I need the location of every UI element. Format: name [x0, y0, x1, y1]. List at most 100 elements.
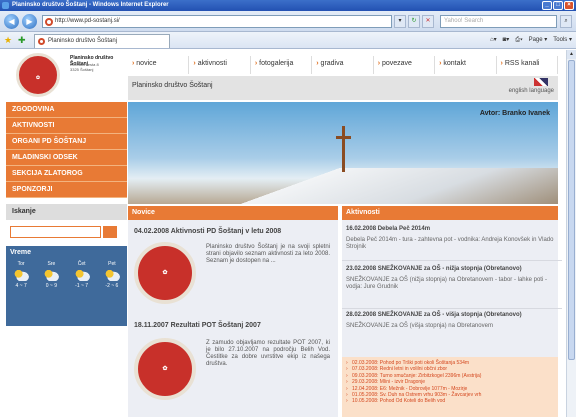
- weather-day: Sre 0 ~ 9: [38, 261, 64, 289]
- weather-widget: Vreme Tor 4 ~ 7 Sre 0 ~ 9 Čet -1 ~ 7 Pet…: [6, 246, 127, 326]
- window-titlebar: Planinsko društvo Šoštanj - Windows Inte…: [0, 0, 576, 11]
- weather-temp: 0 ~ 9: [45, 283, 57, 289]
- menu-mladinski-odsek[interactable]: MLADINSKI ODSEK: [6, 150, 127, 166]
- add-favorites-icon[interactable]: ✚: [18, 35, 26, 46]
- page-menu-label: Page: [528, 37, 543, 43]
- tools-menu-label: Tools: [553, 37, 568, 43]
- activity-text: Debela Peč 2014m - tura - zahtevna pot -…: [346, 237, 554, 250]
- activities-column: 16.02.2008 Debela Peč 2014m Debela Peč 2…: [342, 220, 562, 357]
- weather-day-name: Čet: [77, 261, 86, 267]
- activity-item[interactable]: 23.02.2008 SNEŽKOVANJE za OŠ - nižja sto…: [346, 266, 558, 291]
- divider: [342, 308, 562, 309]
- activity-text: SNEŽKOVANJE za OŠ (višja stopnja) na Obr…: [346, 323, 493, 329]
- weather-day: Pet -2 ~ 6: [99, 261, 125, 289]
- nav-povezave[interactable]: povezave: [374, 56, 436, 74]
- maximize-button[interactable]: □: [553, 1, 563, 10]
- url-dropdown-icon[interactable]: ▾: [394, 15, 406, 28]
- subtitle-bar: Planinsko društvo Šoštanj english langua…: [128, 76, 558, 100]
- url-field[interactable]: http://www.pd-sostanj.si/: [42, 15, 392, 28]
- weather-temp: -2 ~ 6: [105, 283, 119, 289]
- nav-aktivnosti[interactable]: aktivnosti: [189, 56, 251, 74]
- weather-day-name: Sre: [47, 261, 56, 267]
- favorites-star-icon[interactable]: ★: [4, 35, 12, 46]
- refresh-icon[interactable]: ↻: [408, 15, 420, 28]
- left-menu: ZGODOVINA AKTIVNOSTI ORGANI PD ŠOŠTANJ M…: [6, 102, 127, 198]
- nav-rss[interactable]: RSS kanali: [497, 56, 558, 74]
- tools-menu[interactable]: Tools ▾: [553, 35, 572, 45]
- partly-cloudy-icon: [73, 269, 90, 281]
- event-link[interactable]: 10.05.2008: Pohod Od Koteli do Belih vod: [342, 398, 558, 405]
- feeds-icon[interactable]: ◙▾: [503, 35, 510, 45]
- stop-icon[interactable]: ✕: [422, 15, 434, 28]
- site-search-input[interactable]: [10, 226, 101, 238]
- activity-title: 23.02.2008 SNEŽKOVANJE za OŠ - nižja sto…: [346, 266, 522, 272]
- vertical-scrollbar[interactable]: ▲: [566, 50, 576, 417]
- news-item-title[interactable]: 18.11.2007 Rezultati POT Šoštanj 2007: [134, 322, 261, 329]
- home-icon[interactable]: ⌂▾: [490, 35, 497, 45]
- news-item-text: Planinsko društvo Šoštanj je na svoji sp…: [206, 244, 330, 264]
- english-language-link[interactable]: english language: [509, 88, 554, 94]
- weather-day: Čet -1 ~ 7: [69, 261, 95, 289]
- org-address-line2: 3325 Šoštanj: [70, 67, 94, 72]
- activity-item[interactable]: 28.02.2008 SNEŽKOVANJE za OŠ - višja sto…: [346, 312, 558, 330]
- menu-aktivnosti[interactable]: AKTIVNOSTI: [6, 118, 127, 134]
- forward-button[interactable]: ▶: [22, 14, 37, 29]
- weather-temp: 4 ~ 7: [15, 283, 27, 289]
- menu-organi[interactable]: ORGANI PD ŠOŠTANJ: [6, 134, 127, 150]
- weather-day: Tor 4 ~ 7: [8, 261, 34, 289]
- minimize-button[interactable]: _: [542, 1, 552, 10]
- summit-cross: [336, 126, 351, 172]
- news-item-title[interactable]: 04.02.2008 Aktivnosti PD Šoštanj v letu …: [134, 228, 281, 235]
- search-go-icon[interactable]: ⌕: [560, 15, 572, 28]
- nav-novice[interactable]: novice: [128, 56, 190, 74]
- print-icon[interactable]: ⎙▾: [515, 35, 522, 45]
- search-input[interactable]: Yahoo! Search: [440, 15, 557, 28]
- menu-zgodovina[interactable]: ZGODOVINA: [6, 102, 127, 118]
- scroll-up-arrow-icon[interactable]: ▲: [567, 50, 576, 59]
- url-text: http://www.pd-sostanj.si/: [55, 18, 120, 24]
- nav-gradiva[interactable]: gradiva: [312, 56, 374, 74]
- scroll-thumb[interactable]: [568, 60, 575, 360]
- menu-sekcija-zlatorog[interactable]: SEKCIJA ZLATOROG: [6, 166, 127, 182]
- site-search-button[interactable]: [103, 226, 117, 238]
- browser-app-icon: [2, 2, 9, 9]
- partly-cloudy-icon: [43, 269, 60, 281]
- browser-tab[interactable]: Planinsko društvo Šoštanj: [34, 34, 170, 48]
- upcoming-events-list: 02.03.2008: Pohod po Trški poti okoli Šo…: [342, 357, 558, 417]
- nav-kontakt[interactable]: kontakt: [435, 56, 497, 74]
- divider: [342, 260, 562, 261]
- weather-days: Tor 4 ~ 7 Sre 0 ~ 9 Čet -1 ~ 7 Pet -2 ~ …: [6, 261, 127, 289]
- back-button[interactable]: ◀: [4, 14, 19, 29]
- nav-fotogalerija[interactable]: fotogalerija: [251, 56, 313, 74]
- tab-ie-icon: [38, 38, 45, 45]
- header-banner-photo: Avtor: Branko Ivanek: [128, 102, 558, 204]
- news-item-text: Z zamudo objavljamo rezultate POT 2007, …: [206, 340, 330, 367]
- club-logo[interactable]: ✿: [16, 53, 60, 97]
- search-heading: Iskanje: [6, 204, 127, 220]
- site-header-logo: ✿ Planinsko društvo Šoštanj Koroška cest…: [6, 50, 128, 100]
- tab-bar: ★ ✚ Planinsko društvo Šoštanj ⌂▾ ◙▾ ⎙▾ P…: [0, 32, 576, 49]
- activity-title: 16.02.2008 Debela Peč 2014m: [346, 226, 431, 232]
- news-item-logo: ✿: [134, 338, 196, 400]
- news-header: Novice: [128, 206, 338, 220]
- address-bar: ◀ ▶ http://www.pd-sostanj.si/ ▾ ↻ ✕ Yaho…: [0, 11, 576, 32]
- close-button[interactable]: ×: [564, 1, 574, 10]
- activities-header: Aktivnosti: [342, 206, 558, 220]
- weather-temp: -1 ~ 7: [75, 283, 89, 289]
- tab-title: Planinsko društvo Šoštanj: [48, 38, 118, 44]
- web-page: ✿ Planinsko društvo Šoštanj Koroška cest…: [0, 50, 566, 417]
- menu-sponzorji[interactable]: SPONZORJI: [6, 182, 127, 198]
- activity-item[interactable]: 16.02.2008 Debela Peč 2014m Debela Peč 2…: [346, 226, 558, 251]
- top-navigation: novice aktivnosti fotogalerija gradiva p…: [128, 56, 558, 74]
- command-bar: ⌂▾ ◙▾ ⎙▾ Page ▾ Tools ▾: [490, 35, 572, 45]
- org-address: Koroška cesta 8 3325 Šoštanj: [70, 62, 99, 72]
- uk-flag-icon[interactable]: [534, 78, 548, 86]
- weather-day-name: Tor: [17, 261, 25, 267]
- partly-cloudy-icon: [103, 269, 120, 281]
- news-column: 04.02.2008 Aktivnosti PD Šoštanj v letu …: [128, 220, 338, 417]
- activity-title: 28.02.2008 SNEŽKOVANJE za OŠ - višja sto…: [346, 312, 522, 318]
- window-title: Planinsko društvo Šoštanj - Windows Inte…: [12, 2, 169, 8]
- page-menu[interactable]: Page ▾: [529, 35, 548, 45]
- activity-text: SNEŽKOVANJE za OŠ (nižja stopnja) na Obr…: [346, 277, 547, 290]
- page-subtitle: Planinsko društvo Šoštanj: [132, 82, 213, 89]
